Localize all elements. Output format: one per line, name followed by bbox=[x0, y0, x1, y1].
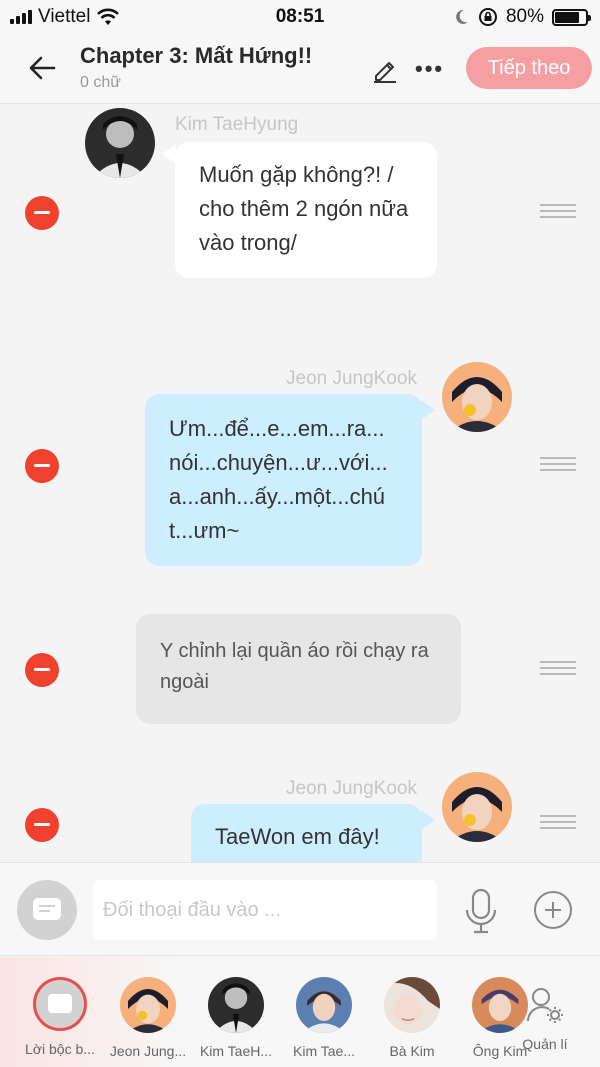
avatar bbox=[120, 977, 176, 1033]
drag-handle[interactable] bbox=[540, 204, 576, 218]
battery-percent: 80% bbox=[505, 6, 544, 27]
message-bubble[interactable]: TaeWon em đây! bbox=[191, 804, 422, 862]
narration-bubble[interactable]: Y chỉnh lại quần áo rồi chạy ra ngoài bbox=[136, 614, 461, 724]
user-settings-icon bbox=[527, 988, 563, 1023]
narration-toggle-button[interactable] bbox=[17, 880, 77, 940]
manage-characters-button[interactable]: Quản lí bbox=[522, 985, 568, 1052]
speaker-name: Jeon JungKook bbox=[286, 368, 417, 389]
message-bubble[interactable]: Ưm...để...e...em...ra... nói...chuyện...… bbox=[145, 394, 422, 566]
remove-message-button[interactable] bbox=[25, 653, 59, 687]
character-narration[interactable]: Lời bộc b... bbox=[16, 977, 104, 1057]
avatar-jeon-jungkook[interactable] bbox=[442, 362, 512, 432]
avatar-jeon-jungkook[interactable] bbox=[442, 772, 512, 842]
message-bubble[interactable]: Muốn gặp không?! / cho thêm 2 ngón nữa v… bbox=[175, 142, 437, 278]
chat-bubble-icon bbox=[33, 898, 61, 920]
narration-icon bbox=[33, 977, 87, 1031]
back-arrow-icon[interactable] bbox=[24, 50, 60, 86]
manage-label: Quản lí bbox=[522, 1036, 568, 1052]
bubble-tail bbox=[162, 144, 176, 164]
pencil-icon[interactable] bbox=[370, 54, 400, 84]
character-name: Lời bộc b... bbox=[25, 1041, 95, 1057]
drag-handle[interactable] bbox=[540, 661, 576, 675]
chat-area[interactable]: Kim TaeHyung Muốn gặp không?! / cho thêm… bbox=[0, 104, 600, 862]
remove-message-button[interactable] bbox=[25, 449, 59, 483]
input-bar bbox=[0, 862, 600, 956]
drag-handle[interactable] bbox=[540, 457, 576, 471]
character-bar: Lời bộc b... Jeon Jung... Kim TaeH... Ki… bbox=[0, 957, 600, 1067]
speaker-name: Kim TaeHyung bbox=[175, 114, 299, 135]
next-chapter-button[interactable]: Tiếp theo bbox=[466, 47, 592, 89]
speaker-name: Jeon JungKook bbox=[286, 778, 417, 799]
character-name: Bà Kim bbox=[389, 1043, 435, 1059]
remove-message-button[interactable] bbox=[25, 808, 59, 842]
avatar-kim-taehyung[interactable] bbox=[85, 108, 155, 178]
moon-icon bbox=[456, 9, 468, 24]
avatar bbox=[384, 977, 440, 1033]
avatar bbox=[208, 977, 264, 1033]
remove-message-button[interactable] bbox=[25, 196, 59, 230]
rotation-lock-icon bbox=[478, 8, 497, 26]
chapter-title: Chapter 3: Mất Hứng!! bbox=[80, 43, 313, 68]
avatar bbox=[296, 977, 352, 1033]
battery-icon bbox=[552, 8, 591, 26]
more-options-icon[interactable]: ••• bbox=[415, 56, 444, 82]
bubble-tail bbox=[421, 810, 435, 830]
chapter-header: Chapter 3: Mất Hứng!! 0 chữ ••• Tiếp the… bbox=[0, 34, 600, 104]
character-jeon-jungkook[interactable]: Jeon Jung... bbox=[104, 977, 192, 1059]
status-bar: Viettel 08:51 80% bbox=[0, 0, 600, 34]
character-kim-taehyung[interactable]: Kim TaeH... bbox=[192, 977, 280, 1059]
character-ba-kim[interactable]: Bà Kim bbox=[368, 977, 456, 1059]
dialogue-input[interactable] bbox=[93, 880, 437, 940]
avatar bbox=[472, 977, 528, 1033]
character-name: Kim Tae... bbox=[293, 1043, 355, 1059]
character-name: Jeon Jung... bbox=[109, 1043, 187, 1059]
character-name: Kim TaeH... bbox=[199, 1043, 273, 1059]
character-kim-tae[interactable]: Kim Tae... bbox=[280, 977, 368, 1059]
add-button[interactable] bbox=[534, 891, 572, 929]
bubble-tail bbox=[421, 400, 435, 420]
microphone-icon[interactable] bbox=[462, 887, 500, 935]
word-count: 0 chữ bbox=[80, 74, 121, 91]
drag-handle[interactable] bbox=[540, 815, 576, 829]
